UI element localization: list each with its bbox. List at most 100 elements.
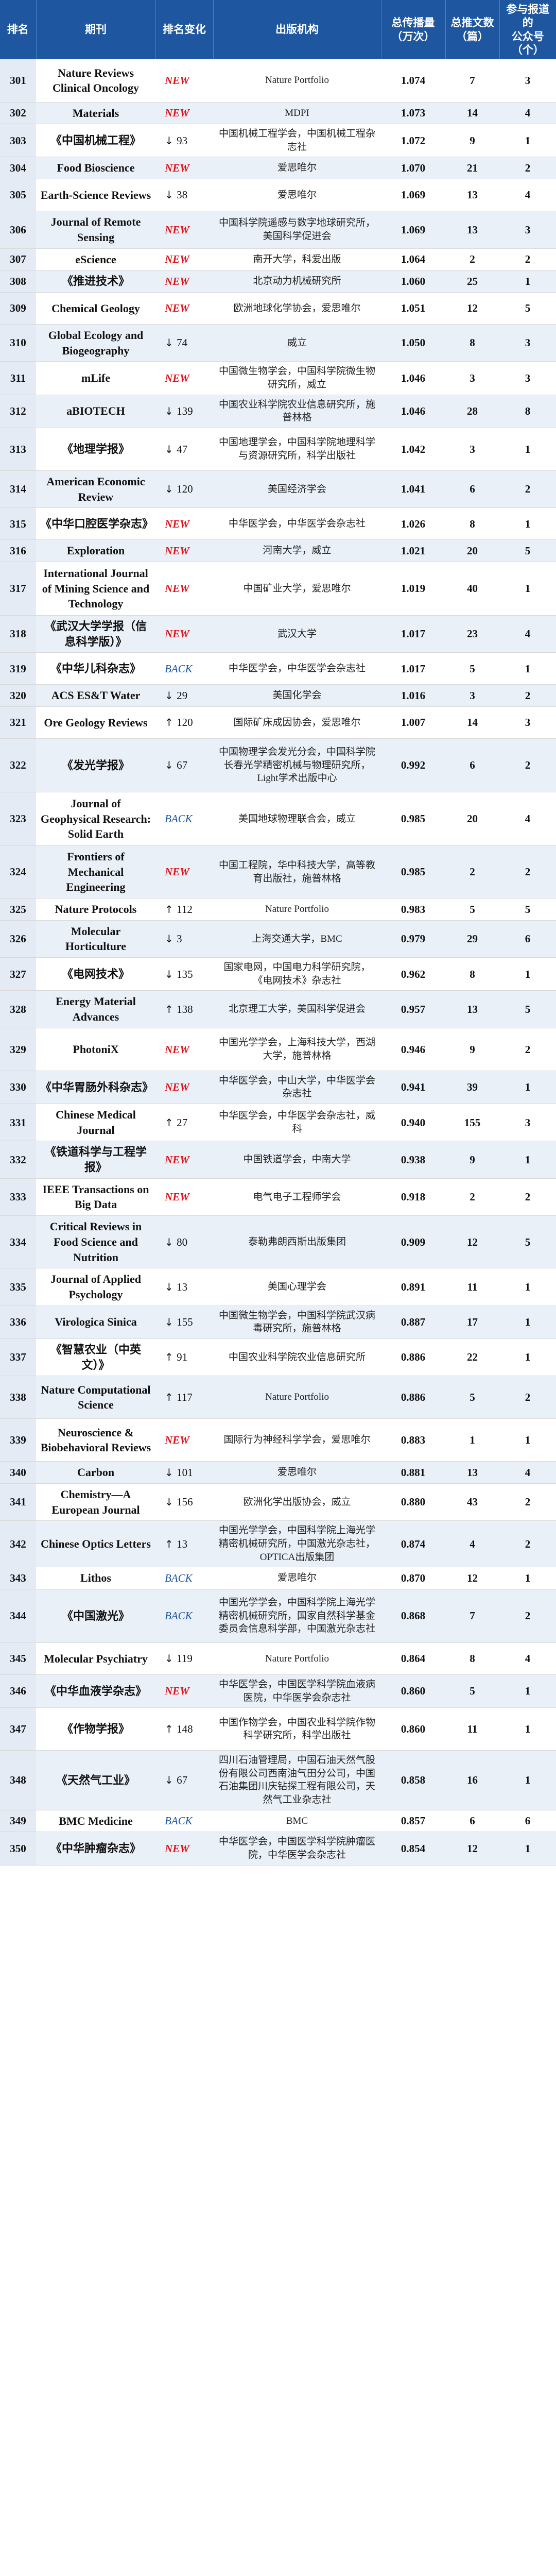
rank-cell: 326 [0, 920, 36, 958]
score-cell: 1.021 [381, 539, 445, 562]
count-cell: 8 [445, 957, 499, 991]
change-cell: NEW [155, 1071, 213, 1105]
journal-cell: Journal of Remote Sensing [36, 211, 155, 249]
rank-cell: 350 [0, 1832, 36, 1866]
publisher-cell: 四川石油管理局，中国石油天然气股份有限公司西南油气田分公司，中国石油集团川庆钻探… [213, 1750, 381, 1810]
score-cell: 0.860 [381, 1707, 445, 1751]
change-cell: ↓ 101 [155, 1461, 213, 1484]
journal-cell: Critical Reviews in Food Science and Nut… [36, 1215, 155, 1269]
arrow-up-icon: ↑ [165, 903, 177, 916]
change-cell: ↓ 13 [155, 1268, 213, 1306]
rank-cell: 337 [0, 1338, 36, 1377]
change-value: 120 [177, 716, 193, 729]
score-cell: 1.069 [381, 211, 445, 249]
accounts-cell: 1 [499, 1338, 556, 1377]
new-badge: NEW [165, 517, 189, 530]
score-cell: 0.857 [381, 1810, 445, 1833]
publisher-cell: 中国机械工程学会，中国机械工程杂志社 [213, 124, 381, 158]
arrow-down-icon: ↓ [165, 689, 177, 702]
change-cell: NEW [155, 539, 213, 562]
accounts-cell: 2 [499, 248, 556, 271]
table-row: 304 Food Bioscience NEW 爱思唯尔 1.070 21 2 [0, 157, 556, 180]
table-row: 322 《发光学报》 ↓ 67 中国物理学会发光分会，中国科学院长春光学精密机械与物理… [0, 738, 556, 792]
accounts-cell: 1 [499, 1832, 556, 1866]
table-row: 347 《作物学报》 ↑ 148 中国作物学会，中国农业科学院作物科学研究所，科学出版… [0, 1707, 556, 1751]
change-value: 27 [177, 1116, 188, 1129]
change-cell: ↓ 155 [155, 1306, 213, 1339]
journal-cell: 《电网技术》 [36, 957, 155, 991]
accounts-cell: 1 [499, 1567, 556, 1589]
rank-cell: 310 [0, 324, 36, 362]
count-cell: 17 [445, 1306, 499, 1339]
count-cell: 5 [445, 898, 499, 921]
score-cell: 1.046 [381, 361, 445, 395]
accounts-cell: 1 [499, 1071, 556, 1105]
arrow-down-icon: ↓ [165, 933, 177, 945]
rank-cell: 321 [0, 706, 36, 739]
table-row: 312 aBIOTECH ↓ 139 中国农业科学院农业信息研究所，施普林格 1.046… [0, 395, 556, 428]
score-cell: 1.016 [381, 684, 445, 707]
journal-cell: Chinese Medical Journal [36, 1104, 155, 1142]
new-badge: NEW [165, 628, 189, 640]
accounts-cell: 3 [499, 59, 556, 103]
journal-cell: Molecular Psychiatry [36, 1642, 155, 1675]
table-row: 315 《中华口腔医学杂志》 NEW 中华医学会，中华医学会杂志社 1.026 8 1 [0, 507, 556, 540]
rank-cell: 311 [0, 361, 36, 395]
new-badge: NEW [165, 223, 189, 236]
change-cell: NEW [155, 1141, 213, 1179]
new-badge: NEW [165, 582, 189, 595]
rank-cell: 345 [0, 1642, 36, 1675]
change-cell: BACK [155, 1810, 213, 1833]
accounts-cell: 1 [499, 562, 556, 616]
change-cell: NEW [155, 845, 213, 899]
score-cell: 1.017 [381, 652, 445, 685]
table-row: 348 《天然气工业》 ↓ 67 四川石油管理局，中国石油天然气股份有限公司西南油气田… [0, 1750, 556, 1810]
journal-cell: Exploration [36, 539, 155, 562]
table-row: 306 Journal of Remote Sensing NEW 中国科学院遥感与数… [0, 211, 556, 249]
publisher-cell: 中国农业科学院农业信息研究所 [213, 1338, 381, 1377]
journal-cell: Journal of Geophysical Research: Solid E… [36, 792, 155, 846]
change-cell: ↓ 93 [155, 124, 213, 158]
rank-cell: 315 [0, 507, 36, 540]
new-badge: NEW [165, 371, 189, 384]
count-cell: 14 [445, 706, 499, 739]
score-cell: 1.019 [381, 562, 445, 616]
change-cell: ↑ 117 [155, 1376, 213, 1419]
journal-cell: BMC Medicine [36, 1810, 155, 1833]
count-cell: 2 [445, 1178, 499, 1216]
change-cell: ↑ 120 [155, 706, 213, 739]
change-value: 120 [177, 483, 193, 496]
accounts-cell: 1 [499, 1306, 556, 1339]
publisher-cell: 中国光学学会，中国科学院上海光学精密机械研究所，国家自然科学基金委员会信息科学部… [213, 1589, 381, 1643]
journal-cell: Virologica Sinica [36, 1306, 155, 1339]
count-cell: 6 [445, 470, 499, 509]
rank-cell: 313 [0, 428, 36, 471]
journal-cell: 《中华儿科杂志》 [36, 652, 155, 685]
accounts-cell: 2 [499, 1589, 556, 1643]
score-cell: 0.883 [381, 1418, 445, 1462]
publisher-cell: 中华医学会，中华医学会杂志社，威科 [213, 1104, 381, 1142]
accounts-cell: 1 [499, 1418, 556, 1462]
table-row: 328 Energy Material Advances ↑ 138 北京理工大学，美… [0, 990, 556, 1028]
arrow-down-icon: ↓ [165, 336, 177, 349]
arrow-up-icon: ↑ [165, 1391, 177, 1404]
journal-cell: Earth-Science Reviews [36, 179, 155, 212]
accounts-cell: 2 [499, 1483, 556, 1521]
accounts-cell: 1 [499, 1141, 556, 1179]
change-value: 67 [177, 759, 188, 772]
new-badge: NEW [165, 1191, 189, 1204]
change-cell: BACK [155, 1589, 213, 1643]
publisher-cell: Nature Portfolio [213, 1642, 381, 1675]
publisher-cell: 中国光学学会，上海科技大学，西湖大学，施普林格 [213, 1028, 381, 1071]
journal-cell: 《地理学报》 [36, 428, 155, 471]
publisher-cell: 爱思唯尔 [213, 1567, 381, 1589]
journal-cell: Nature Protocols [36, 898, 155, 921]
publisher-cell: 中国物理学会发光分会，中国科学院长春光学精密机械与物理研究所，Light学术出版… [213, 738, 381, 792]
journal-cell: 《中华口腔医学杂志》 [36, 507, 155, 540]
count-cell: 12 [445, 1567, 499, 1589]
publisher-cell: 美国心理学会 [213, 1268, 381, 1306]
count-cell: 22 [445, 1338, 499, 1377]
journal-cell: 《中国机械工程》 [36, 124, 155, 158]
header-journal: 期刊 [36, 0, 156, 59]
new-badge: NEW [165, 866, 189, 878]
